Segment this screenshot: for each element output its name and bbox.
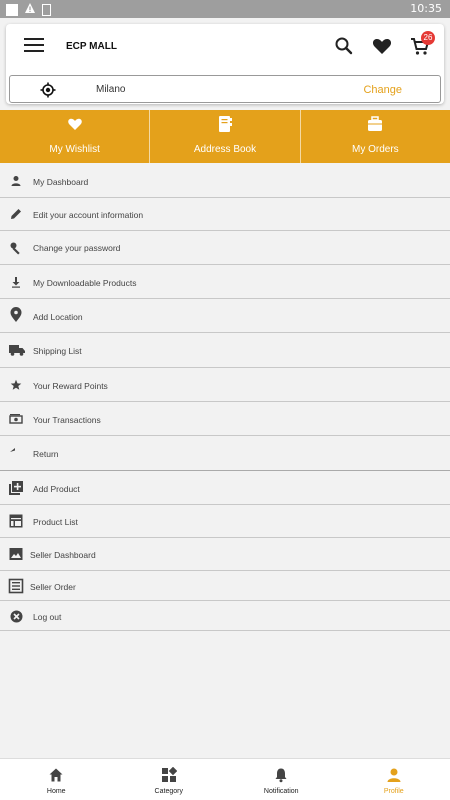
order-box-icon (8, 578, 24, 594)
menu-item-label: Log out (33, 612, 62, 622)
location-target-icon (40, 82, 56, 98)
menu-item-seller-order[interactable]: Seller Order (0, 571, 450, 601)
my-orders-button[interactable]: My Orders (301, 110, 450, 163)
address-book-button[interactable]: Address Book (150, 110, 301, 163)
menu-item-seller-dashboard[interactable]: Seller Dashboard (0, 538, 450, 571)
address-book-icon (216, 115, 234, 133)
location-selector[interactable]: Milano Change (9, 75, 441, 103)
hamburger-menu-icon[interactable] (24, 38, 44, 54)
menu-item-label: Add Product (33, 484, 80, 494)
briefcase-icon (366, 115, 384, 133)
nav-home[interactable]: Home (0, 759, 113, 800)
status-time: 10:35 (410, 2, 442, 15)
dashboard-image-icon (8, 546, 24, 562)
menu-item-label: My Downloadable Products (33, 278, 137, 288)
notification-square-icon (6, 3, 18, 16)
menu-item-downloadable-products[interactable]: My Downloadable Products (0, 265, 450, 299)
status-icons (6, 2, 51, 17)
app-header: ECP MALL 26 Milano Change (6, 24, 444, 104)
menu-item-label: My Dashboard (33, 177, 89, 187)
menu-item-label: Product List (33, 517, 78, 527)
menu-item-product-list[interactable]: Product List (0, 505, 450, 538)
menu-item-label: Seller Dashboard (30, 550, 96, 560)
wrench-icon (8, 240, 24, 256)
account-menu-list: My Dashboard Edit your account informati… (0, 164, 450, 631)
nav-notification-label: Notification (263, 788, 299, 795)
sim-icon (42, 3, 51, 16)
location-city: Milano (96, 84, 126, 95)
nav-category-label: Category (154, 788, 183, 795)
reply-icon (8, 445, 24, 461)
cart-button[interactable]: 26 (408, 31, 435, 58)
menu-item-log-out[interactable]: Log out (0, 601, 450, 631)
status-bar: 10:35 (0, 0, 450, 18)
address-book-label: Address Book (193, 144, 257, 155)
money-icon (8, 411, 24, 427)
menu-item-add-product[interactable]: Add Product (0, 471, 450, 505)
close-circle-icon (8, 608, 24, 624)
truck-icon (8, 342, 26, 358)
heart-icon (66, 115, 84, 133)
nav-profile-label: Profile (383, 788, 404, 795)
menu-item-label: Your Reward Points (33, 381, 108, 391)
my-orders-label: My Orders (351, 144, 399, 155)
category-grid-icon (161, 766, 177, 783)
warning-icon (24, 2, 36, 17)
menu-item-change-password[interactable]: Change your password (0, 231, 450, 265)
menu-item-label: Edit your account information (33, 210, 144, 220)
list-box-icon (8, 513, 24, 529)
star-icon (8, 377, 24, 393)
menu-item-label: Return (33, 449, 59, 459)
menu-item-label: Shipping List (33, 346, 82, 356)
menu-item-label: Seller Order (30, 582, 76, 592)
menu-item-transactions[interactable]: Your Transactions (0, 402, 450, 436)
menu-item-label: Add Location (33, 312, 83, 322)
person-icon (8, 173, 24, 189)
menu-item-shipping-list[interactable]: Shipping List (0, 333, 450, 368)
menu-item-return[interactable]: Return (0, 436, 450, 471)
menu-item-my-dashboard[interactable]: My Dashboard (0, 164, 450, 198)
menu-item-reward-points[interactable]: Your Reward Points (0, 368, 450, 402)
nav-notification[interactable]: Notification (225, 759, 338, 800)
nav-home-label: Home (46, 788, 66, 795)
menu-item-label: Your Transactions (33, 415, 101, 425)
cart-count-badge: 26 (421, 31, 435, 45)
add-box-icon (8, 480, 24, 496)
pencil-icon (8, 206, 24, 222)
quick-actions-bar: My Wishlist Address Book My Orders (0, 110, 450, 163)
heart-icon[interactable] (370, 34, 394, 58)
download-icon (8, 274, 24, 290)
nav-category[interactable]: Category (113, 759, 226, 800)
menu-item-label: Change your password (33, 243, 121, 253)
bell-icon (273, 767, 289, 783)
menu-item-edit-account[interactable]: Edit your account information (0, 198, 450, 231)
search-icon[interactable] (332, 34, 356, 58)
bottom-navigation: Home Category Notification Profile (0, 758, 450, 800)
my-wishlist-button[interactable]: My Wishlist (0, 110, 151, 163)
nav-profile[interactable]: Profile (338, 759, 450, 800)
profile-person-icon (386, 767, 402, 783)
menu-item-add-location[interactable]: Add Location (0, 299, 450, 333)
location-pin-icon (8, 307, 24, 323)
app-title: ECP MALL (66, 41, 117, 52)
my-wishlist-label: My Wishlist (49, 144, 100, 155)
change-location-button[interactable]: Change (363, 84, 402, 96)
home-icon (48, 767, 64, 783)
